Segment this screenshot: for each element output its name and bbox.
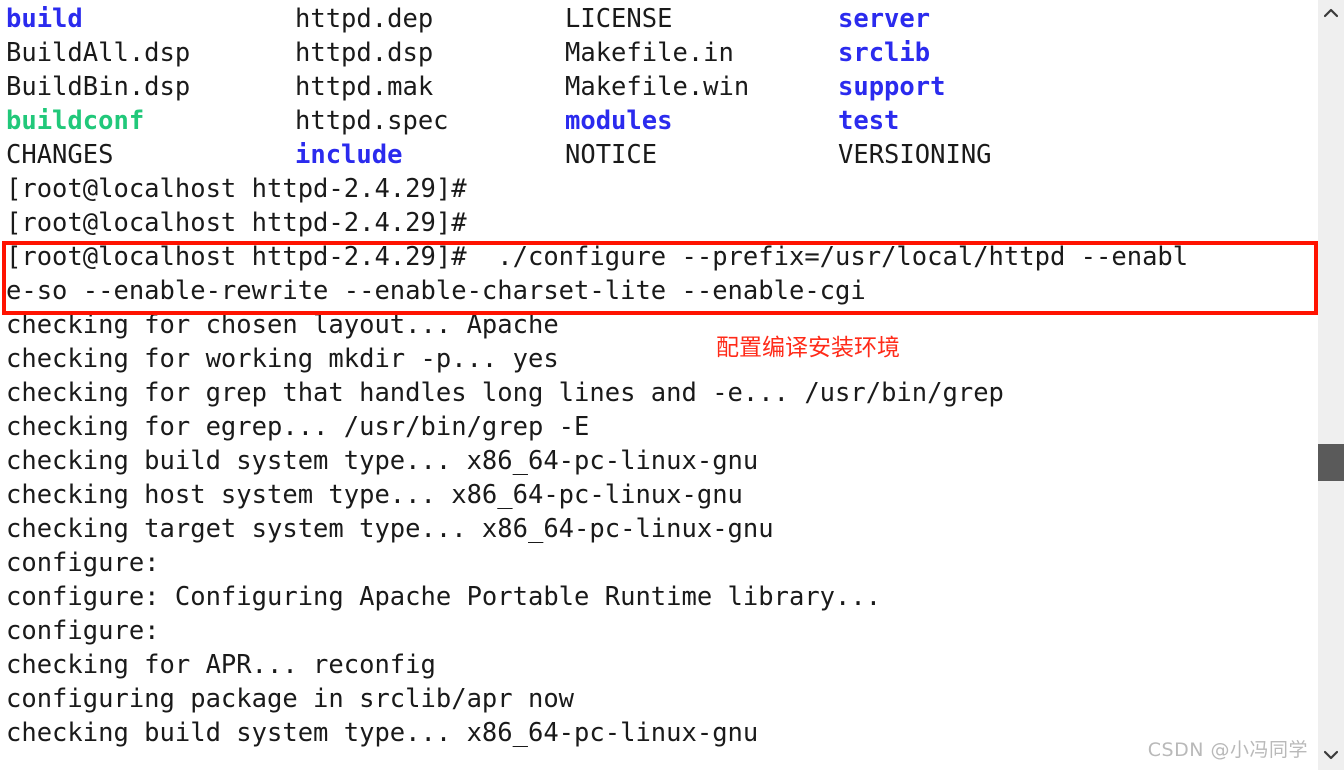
terminal-line: checking for chosen layout... Apache [6, 310, 559, 340]
scrollbar-up-arrow-icon[interactable] [1318, 2, 1344, 24]
file-entry: build [6, 4, 83, 34]
scrollbar-thumb[interactable] [1318, 444, 1344, 481]
file-entry: include [295, 140, 403, 170]
terminal-line: checking for working mkdir -p... yes [6, 344, 559, 374]
file-entry: Makefile.win [565, 72, 750, 102]
terminal-line: checking build system type... x86_64-pc-… [6, 446, 759, 476]
file-entry: BuildAll.dsp [6, 38, 191, 68]
terminal-line: checking for grep that handles long line… [6, 378, 1004, 408]
terminal-line: configuring package in srclib/apr now [6, 684, 575, 714]
file-entry: buildconf [6, 106, 145, 136]
scrollbar-track[interactable] [1318, 22, 1344, 748]
terminal-line: checking for egrep... /usr/bin/grep -E [6, 412, 590, 442]
annotation-note: 配置编译安装环境 [716, 335, 900, 361]
file-entry: VERSIONING [838, 140, 992, 170]
terminal-line: [root@localhost httpd-2.4.29]# ./configu… [6, 242, 1189, 272]
file-entry: httpd.spec [295, 106, 449, 136]
terminal-line: checking build system type... x86_64-pc-… [6, 718, 759, 748]
file-entry: LICENSE [565, 4, 673, 34]
file-entry: httpd.dsp [295, 38, 434, 68]
terminal-output-area[interactable]: build httpd.dep LICENSE server BuildAll.dsp h… [0, 0, 1318, 770]
scrollbar-down-arrow-icon[interactable] [1318, 744, 1344, 766]
terminal-line: configure: Configuring Apache Portable R… [6, 582, 882, 612]
file-entry: support [838, 72, 946, 102]
file-entry: test [838, 106, 900, 136]
terminal-line: [root@localhost httpd-2.4.29]# [6, 208, 467, 238]
watermark: CSDN @小冯同学 [1147, 739, 1308, 761]
file-entry: NOTICE [565, 140, 658, 170]
terminal-line: [root@localhost httpd-2.4.29]# [6, 174, 467, 204]
terminal-line: checking for APR... reconfig [6, 650, 436, 680]
file-entry: srclib [838, 38, 931, 68]
file-entry: httpd.mak [295, 72, 434, 102]
terminal-line: configure: [6, 548, 160, 578]
terminal-line: checking target system type... x86_64-pc… [6, 514, 774, 544]
file-entry: CHANGES [6, 140, 114, 170]
terminal-line: checking host system type... x86_64-pc-l… [6, 480, 743, 510]
scrollbar[interactable] [1318, 0, 1344, 770]
terminal-line: e-so --enable-rewrite --enable-charset-l… [6, 276, 866, 306]
file-entry: BuildBin.dsp [6, 72, 191, 102]
terminal-line: configure: [6, 616, 160, 646]
file-entry: modules [565, 106, 673, 136]
terminal-window: build httpd.dep LICENSE server BuildAll.dsp h… [0, 0, 1344, 770]
file-entry: server [838, 4, 931, 34]
file-entry: Makefile.in [565, 38, 734, 68]
file-entry: httpd.dep [295, 4, 434, 34]
